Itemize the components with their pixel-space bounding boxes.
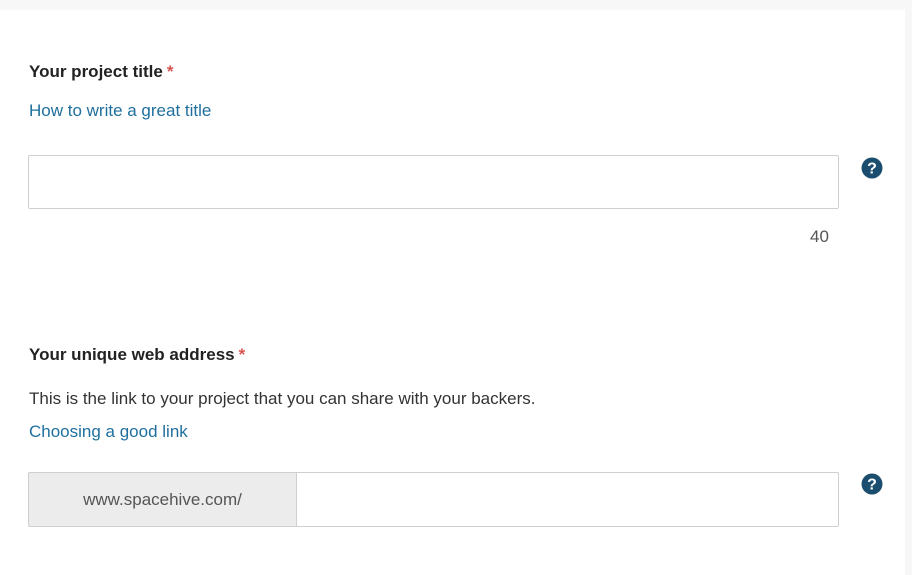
project-title-label: Your project title * [29, 62, 173, 82]
project-title-label-text: Your project title [29, 62, 163, 81]
question-circle-icon[interactable]: ? [861, 157, 883, 179]
web-address-label: Your unique web address * [29, 345, 245, 365]
project-title-input[interactable] [28, 155, 839, 209]
title-help-link[interactable]: How to write a great title [29, 101, 211, 121]
svg-text:?: ? [867, 477, 877, 494]
url-prefix-addon: www.spacehive.com/ [28, 472, 296, 527]
required-asterisk: * [166, 62, 174, 81]
web-address-description: This is the link to your project that yo… [29, 389, 536, 408]
required-asterisk: * [238, 345, 246, 364]
svg-text:?: ? [867, 161, 877, 178]
question-circle-icon[interactable]: ? [861, 473, 883, 495]
title-char-counter: 40 [810, 227, 829, 246]
web-address-input[interactable] [296, 472, 839, 527]
address-help-link[interactable]: Choosing a good link [29, 422, 188, 442]
web-address-label-text: Your unique web address [29, 345, 235, 364]
